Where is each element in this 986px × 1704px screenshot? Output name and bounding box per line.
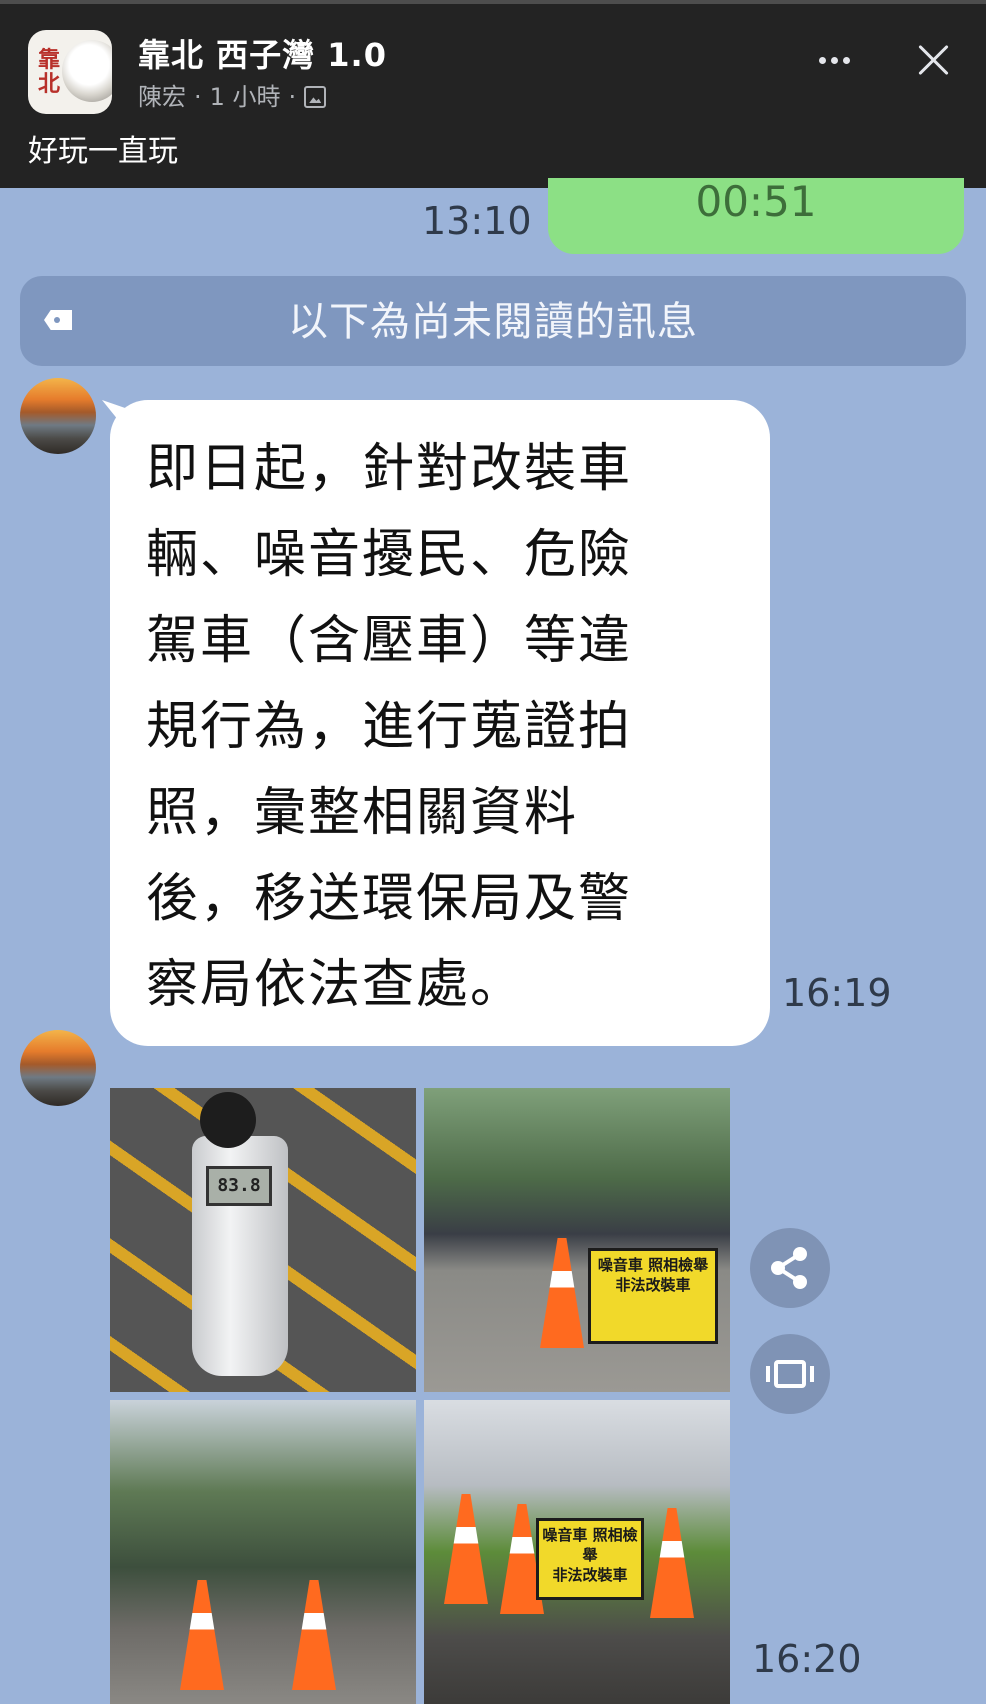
traffic-cone [540,1238,584,1348]
photo-inspection-site-1[interactable]: 噪音車 照相檢舉 非法改裝車 [424,1088,730,1392]
more-options-icon[interactable] [812,40,856,80]
post-time[interactable]: 1 小時 [210,82,281,112]
outgoing-message-text: 00:51 [695,177,817,226]
sender-avatar[interactable] [20,378,96,454]
avatar-bird-image [62,40,112,102]
meter-reading: 83.8 [206,1166,272,1206]
group-avatar[interactable]: 靠北 [28,30,112,114]
photo-album-icon [304,86,327,108]
post-caption: 好玩一直玩 [28,134,178,169]
sound-level-meter: 83.8 [192,1092,288,1376]
chat-screenshot: 00:51 13:10 以下為尚未閱讀的訊息 即日起，針對改裝車 輛、噪音擾民、… [0,177,986,1704]
expand-icon [766,1360,814,1388]
outgoing-message-bubble: 00:51 [548,177,964,254]
meta-separator: · [194,83,202,111]
warning-sign: 噪音車 照相檢舉 非法改裝車 [588,1248,718,1344]
close-icon[interactable] [912,38,956,82]
unread-messages-banner: 以下為尚未閱讀的訊息 [20,276,966,366]
unread-banner-text: 以下為尚未閱讀的訊息 [288,299,698,345]
photo-sound-meter[interactable]: 83.8 [110,1088,416,1392]
traffic-cone [180,1580,224,1690]
traffic-cone [444,1494,488,1604]
photo-grid: 83.8 噪音車 照相檢舉 非法改裝車 噪音車 照相檢舉 非法改裝車 [110,1088,730,1704]
photo-inspection-site-2[interactable] [110,1400,416,1704]
group-name[interactable]: 靠北 西子灣 1.0 [138,36,387,74]
incoming-message-text: 即日起，針對改裝車 輛、噪音擾民、危險 駕車（含壓車）等違 規行為，進行蒐證拍 … [146,439,633,1015]
photos-message-time: 16:20 [752,1637,862,1681]
author-name[interactable]: 陳宏 [138,82,186,112]
post-header: 靠北 靠北 西子灣 1.0 陳宏 · 1 小時 · 好玩一直玩 [0,0,986,188]
post-meta: 陳宏 · 1 小時 · [138,82,327,112]
share-icon [771,1247,807,1289]
outgoing-message-time: 13:10 [422,199,532,243]
traffic-cone [650,1508,694,1618]
incoming-message-bubble: 即日起，針對改裝車 輛、噪音擾民、危險 駕車（含壓車）等違 規行為，進行蒐證拍 … [110,400,770,1046]
expand-button[interactable] [750,1334,830,1414]
warning-sign: 噪音車 照相檢舉 非法改裝車 [536,1518,644,1600]
traffic-cone [292,1580,336,1690]
avatar-logo-calligraphy: 靠北 [37,47,60,97]
sender-avatar[interactable] [20,1030,96,1106]
photo-inspection-site-3[interactable]: 噪音車 照相檢舉 非法改裝車 [424,1400,730,1704]
meta-separator: · [288,83,297,111]
share-button[interactable] [750,1228,830,1308]
incoming-message-time: 16:19 [782,971,892,1015]
